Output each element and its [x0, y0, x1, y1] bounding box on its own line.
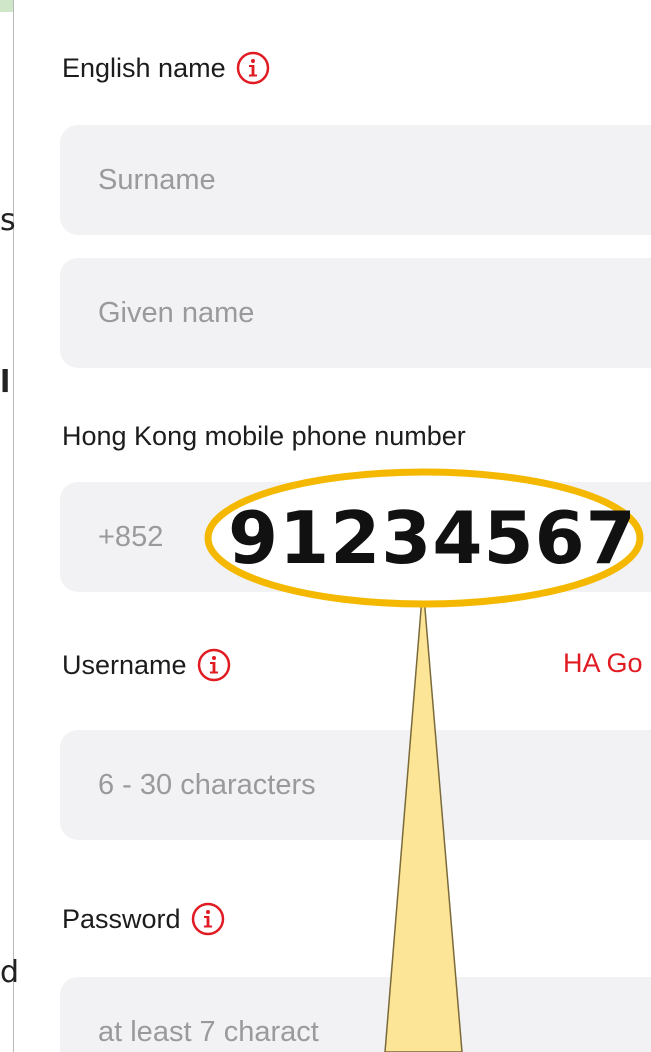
adjacent-screen-status-strip — [0, 0, 13, 12]
surname-placeholder: Surname — [98, 163, 216, 196]
username-input[interactable]: 6 - 30 characters — [60, 730, 651, 840]
password-input[interactable]: at least 7 charact — [60, 977, 651, 1052]
adjacent-screen-edge — [0, 0, 14, 1052]
edge-text-fragment: d — [0, 955, 20, 990]
phone-example-number: 91234567 — [228, 496, 637, 580]
info-icon[interactable] — [236, 51, 270, 85]
surname-input[interactable]: Surname — [60, 125, 651, 235]
password-placeholder: at least 7 charact — [98, 1015, 319, 1048]
phone-label-row: Hong Kong mobile phone number — [62, 421, 466, 452]
username-label-row: Username — [62, 648, 231, 682]
info-icon[interactable] — [197, 648, 231, 682]
english-name-label-row: English name — [62, 51, 270, 85]
ha-go-link[interactable]: HA Go — [563, 648, 643, 679]
username-label: Username — [62, 649, 187, 680]
given-name-input[interactable]: Given name — [60, 258, 651, 368]
registration-form-screen: s l d English name Surname Given name Ho… — [0, 0, 651, 1052]
edge-text-fragment: l — [0, 365, 11, 400]
phone-label: Hong Kong mobile phone number — [62, 421, 466, 451]
password-label: Password — [62, 903, 181, 934]
phone-prefix: +852 — [98, 520, 164, 553]
english-name-label: English name — [62, 52, 226, 83]
given-name-placeholder: Given name — [98, 296, 255, 329]
password-label-row: Password — [62, 902, 225, 936]
info-icon[interactable] — [191, 902, 225, 936]
edge-text-fragment: s — [0, 203, 16, 238]
username-placeholder: 6 - 30 characters — [98, 768, 316, 801]
